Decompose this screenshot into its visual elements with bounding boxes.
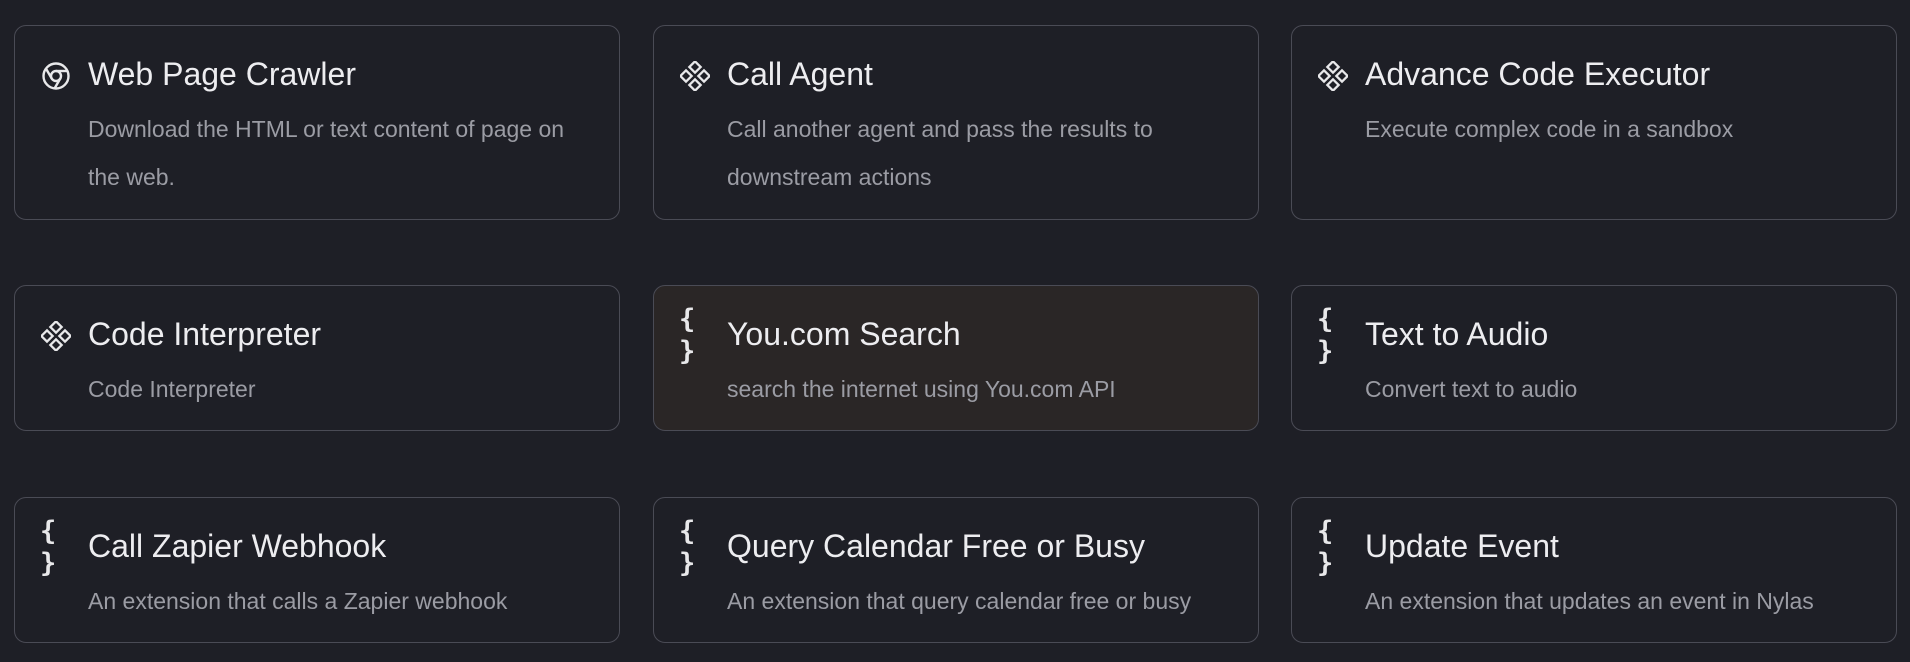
- card-description: Download the HTML or text content of pag…: [88, 116, 565, 190]
- component-icon: [1317, 60, 1349, 92]
- card-description: Code Interpreter: [88, 376, 256, 402]
- tool-card-call-agent[interactable]: Call Agent Call another agent and pass t…: [653, 25, 1259, 220]
- tool-card-web-page-crawler[interactable]: Web Page Crawler Download the HTML or te…: [14, 25, 620, 220]
- tool-card-code-interpreter[interactable]: Code Interpreter Code Interpreter: [14, 285, 620, 431]
- card-title: Call Zapier Webhook: [88, 528, 387, 564]
- card-description: An extension that updates an event in Ny…: [1365, 588, 1814, 614]
- card-title: Update Event: [1365, 528, 1559, 564]
- card-description: search the internet using You.com API: [727, 376, 1116, 402]
- braces-icon: { }: [40, 516, 61, 579]
- component-icon: [40, 320, 72, 352]
- chrome-icon: [40, 60, 72, 92]
- tool-card-you-com-search[interactable]: { } You.com Search search the internet u…: [653, 285, 1259, 431]
- tool-card-advance-code-executor[interactable]: Advance Code Executor Execute complex co…: [1291, 25, 1897, 220]
- card-description: Convert text to audio: [1365, 376, 1578, 402]
- braces-icon: { }: [1317, 516, 1338, 579]
- card-title: You.com Search: [727, 316, 961, 352]
- card-title: Web Page Crawler: [88, 56, 356, 92]
- component-icon: [679, 60, 711, 92]
- braces-icon: { }: [679, 516, 700, 579]
- tool-card-call-zapier-webhook[interactable]: { } Call Zapier Webhook An extension tha…: [14, 497, 620, 643]
- card-title: Call Agent: [727, 56, 873, 92]
- tool-card-query-calendar[interactable]: { } Query Calendar Free or Busy An exten…: [653, 497, 1259, 643]
- tool-card-text-to-audio[interactable]: { } Text to Audio Convert text to audio: [1291, 285, 1897, 431]
- card-description: An extension that query calendar free or…: [727, 588, 1192, 614]
- card-description: Execute complex code in a sandbox: [1365, 116, 1734, 142]
- card-description: An extension that calls a Zapier webhook: [88, 588, 508, 614]
- tool-card-update-event[interactable]: { } Update Event An extension that updat…: [1291, 497, 1897, 643]
- card-title: Text to Audio: [1365, 316, 1549, 352]
- card-title: Advance Code Executor: [1365, 56, 1711, 92]
- braces-icon: { }: [1317, 304, 1338, 367]
- card-title: Code Interpreter: [88, 316, 322, 352]
- card-description: Call another agent and pass the results …: [727, 116, 1153, 190]
- braces-icon: { }: [679, 304, 700, 367]
- card-title: Query Calendar Free or Busy: [727, 528, 1145, 564]
